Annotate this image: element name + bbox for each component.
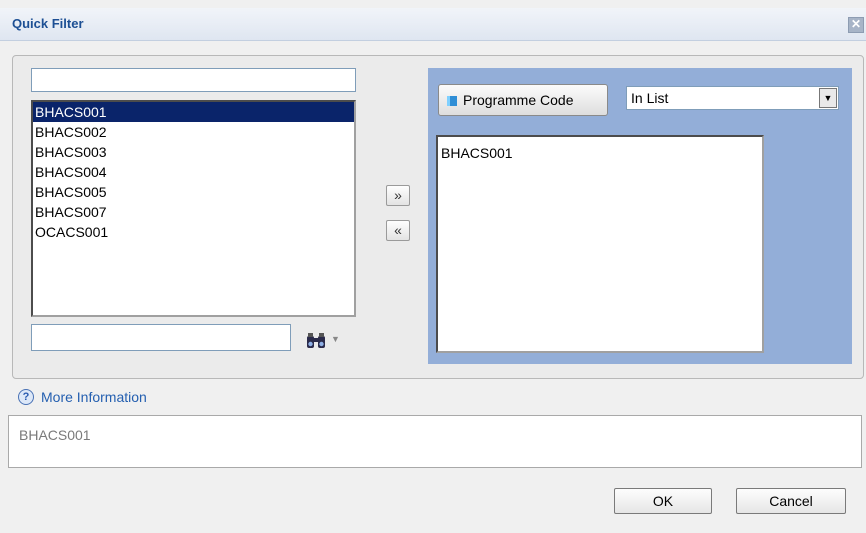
selected-values-box[interactable]: BHACS001 <box>436 135 764 353</box>
information-box: BHACS001 <box>8 415 862 468</box>
list-item[interactable]: BHACS007 <box>33 202 354 222</box>
find-input[interactable] <box>31 324 291 351</box>
operator-select[interactable]: In List ▼ <box>626 86 839 110</box>
dialog-title: Quick Filter <box>12 16 84 31</box>
field-selector-button[interactable]: Programme Code <box>438 84 608 116</box>
list-search-input[interactable] <box>31 68 356 92</box>
binoculars-icon[interactable] <box>305 332 327 350</box>
chevron-down-icon[interactable]: ▼ <box>819 88 837 108</box>
filter-panel: BHACS001 BHACS002 BHACS003 BHACS004 BHACS005… <box>12 55 864 379</box>
list-item[interactable]: BHACS002 <box>33 122 354 142</box>
quick-filter-dialog: Quick Filter ✕ BHACS001 BHACS002 BHACS003 B… <box>0 0 866 533</box>
list-item[interactable]: BHACS003 <box>33 142 354 162</box>
list-item[interactable]: BHACS001 <box>33 102 354 122</box>
remove-from-list-button[interactable]: « <box>386 220 410 241</box>
add-to-list-button[interactable]: » <box>386 185 410 206</box>
list-item[interactable]: OCACS001 <box>33 222 354 242</box>
condition-area: Programme Code In List ▼ BHACS001 <box>428 68 852 364</box>
list-item[interactable]: BHACS005 <box>33 182 354 202</box>
cancel-button[interactable]: Cancel <box>736 488 846 514</box>
close-button[interactable]: ✕ <box>848 17 864 33</box>
list-item[interactable]: BHACS004 <box>33 162 354 182</box>
field-button-label: Programme Code <box>463 92 574 108</box>
find-options-dropdown-icon[interactable]: ▼ <box>331 334 340 344</box>
field-icon <box>447 96 457 106</box>
help-icon[interactable]: ? <box>18 389 34 405</box>
title-bar[interactable]: Quick Filter ✕ <box>0 8 866 41</box>
ok-button[interactable]: OK <box>614 488 712 514</box>
available-values-list[interactable]: BHACS001 BHACS002 BHACS003 BHACS004 BHACS005… <box>31 100 356 317</box>
more-information-link[interactable]: More Information <box>41 389 147 405</box>
operator-value: In List <box>631 90 669 106</box>
